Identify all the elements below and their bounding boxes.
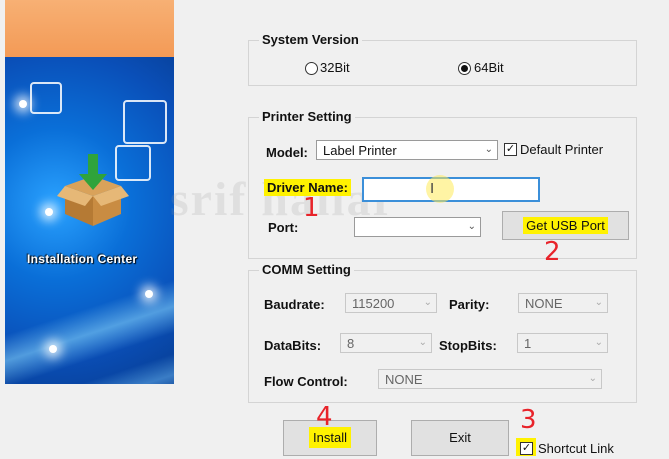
chevron-down-icon: ⌄ [423,297,432,308]
get-usb-port-button[interactable]: Get USB Port [502,211,629,240]
chevron-down-icon: ⌄ [588,373,597,384]
sparkle-icon [19,100,27,108]
sparkle-icon [49,345,57,353]
chevron-down-icon: ⌄ [467,221,476,232]
system-version-title: System Version [259,32,362,47]
annotation-number: 1 [303,193,320,223]
default-printer-checkbox[interactable]: ✓ [504,143,517,156]
shortcut-link-label: Shortcut Link [538,441,614,456]
radio-64bit-label: 64Bit [474,60,504,75]
chevron-down-icon: ⌄ [484,144,493,155]
exit-button[interactable]: Exit [411,420,509,456]
banner-title: Installation Center [27,252,138,266]
shortcut-link-checkbox[interactable]: ✓ [520,442,533,455]
banner-orange-header [5,0,174,57]
chevron-down-icon: ⌄ [418,337,427,348]
chevron-down-icon: ⌄ [594,297,603,308]
stopbits-value: 1 [524,336,532,351]
printer-setting-title: Printer Setting [259,109,355,124]
baudrate-label: Baudrate: [264,297,325,312]
annotation-number: 3 [520,405,537,435]
databits-select[interactable]: 8 ⌄ [340,333,432,353]
exit-label: Exit [449,430,471,445]
decor-square [123,100,167,144]
port-select[interactable]: ⌄ [354,217,481,237]
baudrate-select[interactable]: 115200 ⌄ [345,293,437,313]
baudrate-value: 115200 [352,296,395,311]
annotation-number: 4 [316,402,333,432]
parity-label: Parity: [449,297,490,312]
radio-32bit[interactable] [305,62,318,75]
parity-select[interactable]: NONE ⌄ [518,293,608,313]
databits-label: DataBits: [264,338,322,353]
sparkle-icon [145,290,153,298]
default-printer-label: Default Printer [520,142,604,157]
annotation-number: 2 [544,237,561,267]
model-value: Label Printer [323,143,397,158]
flow-control-label: Flow Control: [264,374,348,389]
comm-setting-title: COMM Setting [259,262,354,277]
model-select[interactable]: Label Printer ⌄ [316,140,498,160]
installation-center-banner: Installation Center [5,0,174,384]
get-usb-port-label: Get USB Port [523,217,608,234]
stopbits-label: StopBits: [439,338,497,353]
box-download-icon [57,154,129,226]
chevron-down-icon: ⌄ [594,337,603,348]
databits-value: 8 [347,336,355,351]
text-cursor-icon: I [430,180,435,197]
driver-name-input[interactable]: I [362,175,540,203]
radio-32bit-label: 32Bit [320,60,350,75]
decor-square [30,82,62,114]
port-label: Port: [268,220,299,235]
sparkle-icon [45,208,53,216]
parity-value: NONE [525,296,563,311]
flow-control-value: NONE [385,372,423,387]
stopbits-select[interactable]: 1 ⌄ [517,333,608,353]
radio-64bit[interactable] [458,62,471,75]
flow-control-select[interactable]: NONE ⌄ [378,369,602,389]
model-label: Model: [266,145,308,160]
